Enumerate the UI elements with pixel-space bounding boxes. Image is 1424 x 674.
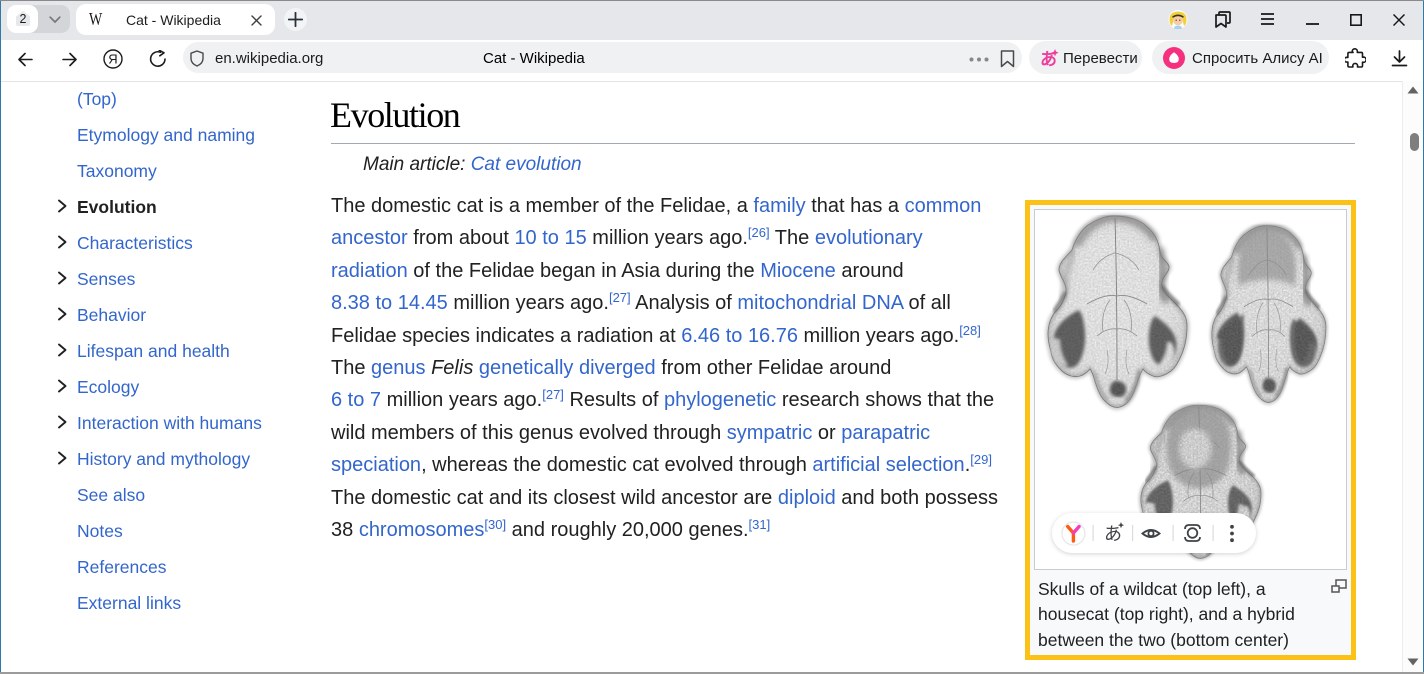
svg-text:あ: あ (1104, 524, 1122, 544)
svg-text:Я: Я (108, 52, 117, 67)
